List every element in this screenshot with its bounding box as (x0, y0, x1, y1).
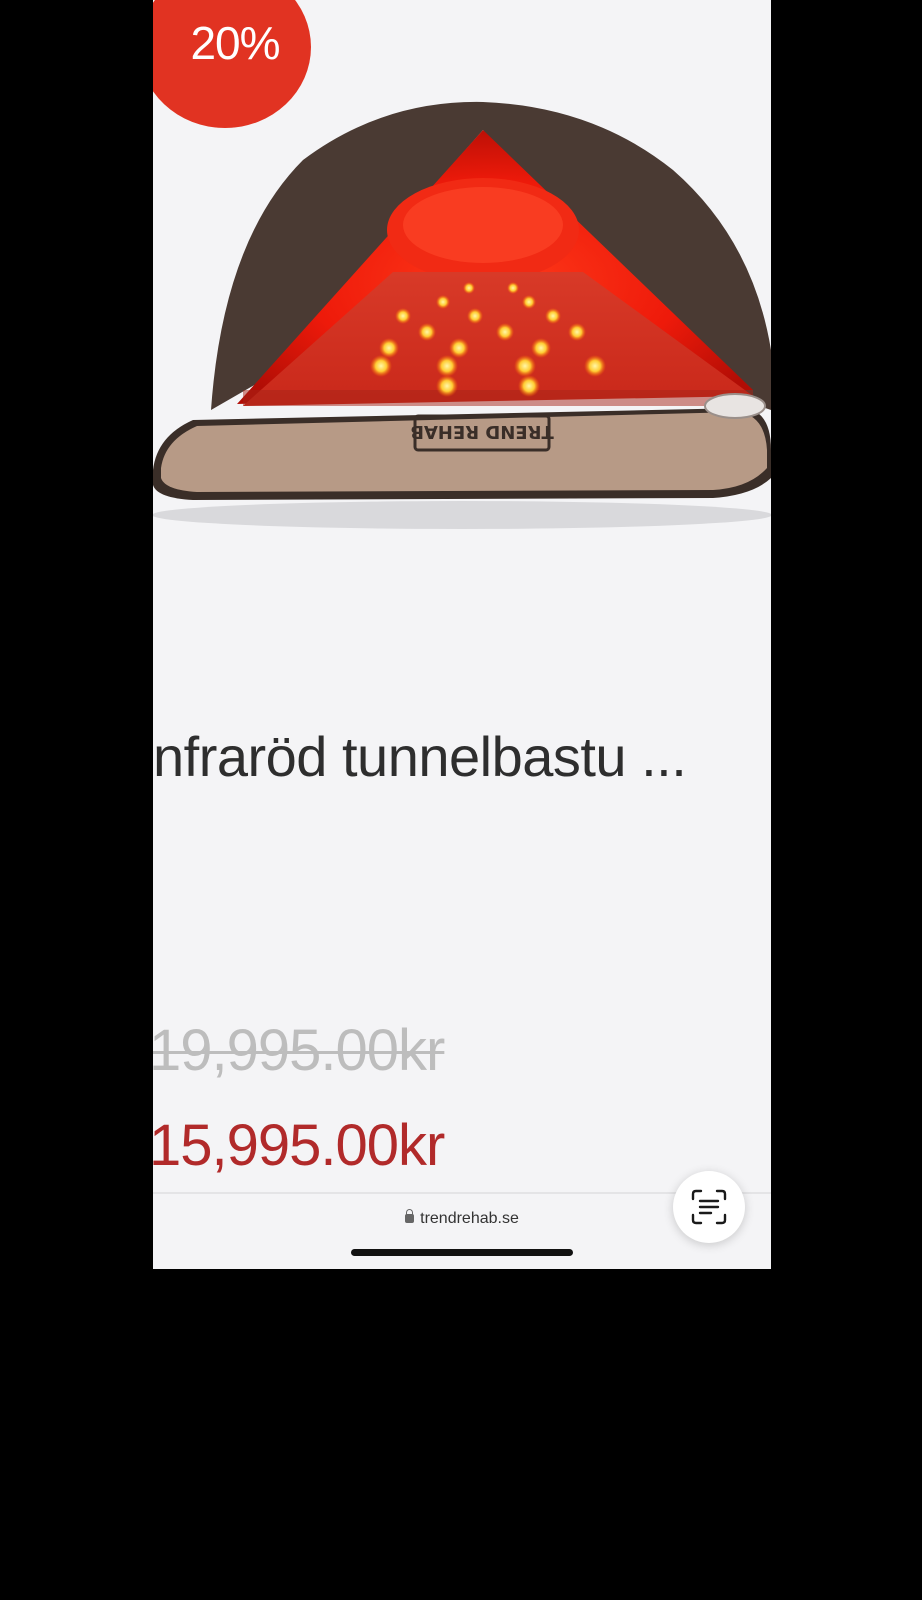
phone-screen: TREND REHAB 20% nfraröd tunnelbastu ... … (153, 0, 771, 1269)
lock-icon (405, 1209, 415, 1223)
sale-price: 15,995.00kr (153, 1113, 445, 1178)
page: TREND REHAB 20% nfraröd tunnelbastu ... … (0, 0, 922, 1600)
product-title[interactable]: nfraröd tunnelbastu ... (153, 724, 771, 789)
product-image[interactable]: TREND REHAB (153, 90, 771, 540)
original-price: 19,995.00kr (153, 1018, 445, 1083)
brand-label-icon: TREND REHAB (410, 421, 554, 442)
home-indicator[interactable] (351, 1249, 573, 1256)
live-text-scan-button[interactable] (673, 1171, 745, 1243)
live-text-scan-icon (691, 1189, 727, 1225)
discount-label: 20% (190, 17, 280, 69)
url-text: trendrehab.se (420, 1210, 519, 1227)
